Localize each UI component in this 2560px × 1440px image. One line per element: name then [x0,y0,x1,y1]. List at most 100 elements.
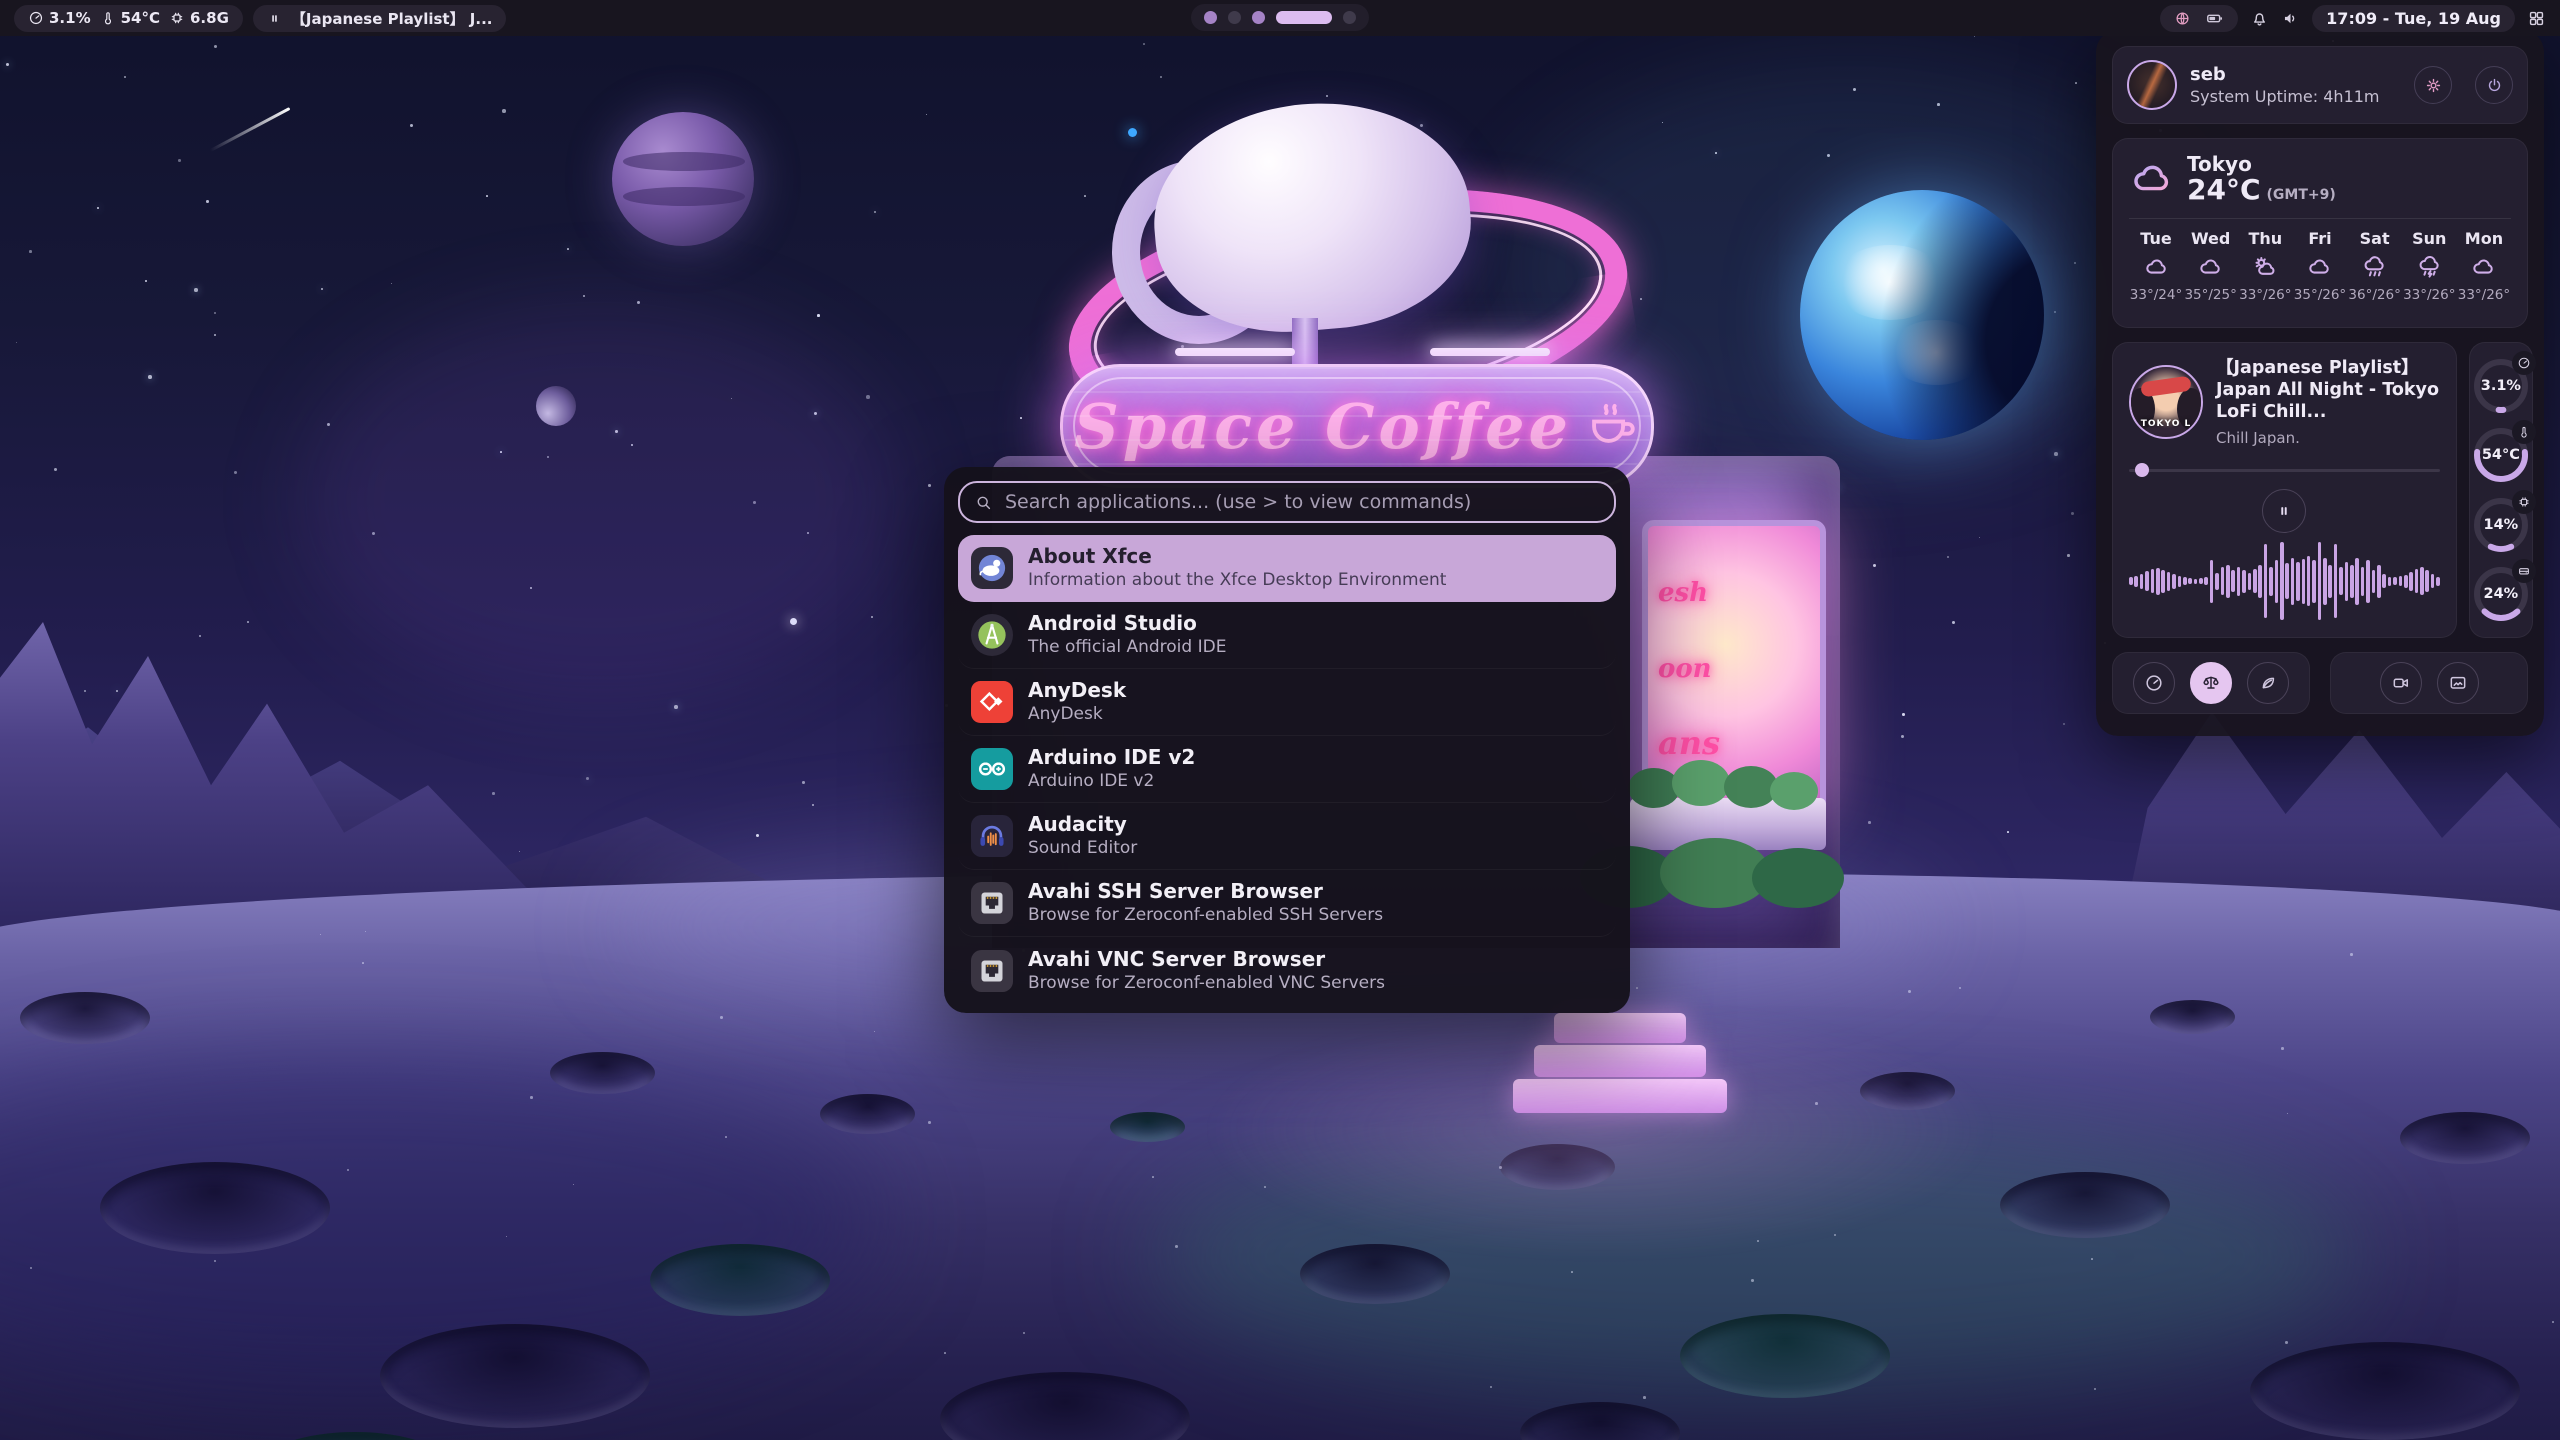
thermometer-icon [100,10,116,26]
saturn-ring-front [1052,153,1645,467]
leaf-icon [2258,673,2278,693]
track-title: 【Japanese Playlist】 Japan All Night - To… [2216,358,2440,424]
window-neon-script: ans [1658,724,1720,762]
speedometer-icon [28,10,44,26]
purple-planet [612,112,754,246]
workspace-dot-4-active[interactable] [1276,11,1332,24]
workspace-dot-1[interactable] [1204,11,1217,24]
saturn-ring-back [1052,153,1645,467]
top-panel: 3.1% 54°C 6.8G 【Japanese Playlist】 J... … [0,0,2560,36]
forecast-day: Mon [2465,229,2503,248]
workspace-dot-5[interactable] [1343,11,1356,24]
forecast-temps: 33°/26° [2403,287,2455,303]
pause-icon [2275,502,2293,520]
now-playing-text: 【Japanese Playlist】 J... [291,8,493,29]
now-playing-pill[interactable]: 【Japanese Playlist】 J... [253,5,507,32]
workspace-dot-3[interactable] [1252,11,1265,24]
progress-knob[interactable] [2135,463,2149,477]
window-neon-script: esh [1658,578,1708,608]
cloud-icon [2470,254,2497,281]
app-title: Avahi VNC Server Browser [1028,948,1385,971]
power-icon [2485,76,2504,95]
app-title: About Xfce [1028,545,1446,568]
gauge-chip: 14% [2470,494,2532,556]
clock[interactable]: 17:09 - Tue, 19 Aug [2312,5,2515,32]
power-profile-group [2112,652,2310,714]
divider [2129,218,2511,219]
mountains-left [0,588,680,928]
apps-grid-icon[interactable] [2527,9,2546,28]
volume-icon[interactable] [2281,9,2300,28]
settings-button[interactable] [2414,66,2452,104]
system-stats-pill[interactable]: 3.1% 54°C 6.8G [14,5,243,32]
capture-group [2330,652,2528,714]
app-title: Avahi SSH Server Browser [1028,880,1383,903]
small-moon [536,386,576,426]
weather-card: Tokyo 24°C (GMT+9) Tue33°/24°Wed35°/25°T… [2112,138,2528,328]
album-art: TOKYO L [2129,365,2203,439]
app-title: AnyDesk [1028,679,1126,702]
speedometer-icon [2144,673,2164,693]
app-row-avahi-ssh-server-browser[interactable]: Avahi SSH Server BrowserBrowse for Zeroc… [958,870,1616,937]
cpu-usage: 3.1% [49,9,91,27]
cloud-icon [2197,254,2224,281]
user-name: seb [2190,64,2401,85]
forecast-temps: 33°/26° [2458,287,2510,303]
workspace-dot-2[interactable] [1228,11,1241,24]
memory-usage: 6.8G [190,9,229,27]
weather-temp: 24°C [2187,175,2261,206]
app-row-audacity[interactable]: AudacitySound Editor [958,803,1616,870]
power-button[interactable] [2475,66,2513,104]
chip-icon [2512,490,2536,514]
power-profile-scales-button[interactable] [2190,662,2232,704]
forecast-day: Fri [2308,229,2331,248]
marquee-light [1175,348,1295,356]
screen-button[interactable] [2437,662,2479,704]
search-input[interactable] [1003,490,1600,514]
camera-button[interactable] [2380,662,2422,704]
window-planter [1630,798,1826,850]
arduino-app-icon [971,748,1013,790]
shrub [1672,760,1730,806]
track-progress-slider[interactable] [2129,463,2440,477]
avahi-app-icon [971,882,1013,924]
power-profile-leaf-button[interactable] [2247,662,2289,704]
power-profile-speedometer-button[interactable] [2133,662,2175,704]
forecast-fri: Fri35°/26° [2293,229,2347,303]
app-row-android-studio[interactable]: Android StudioThe official Android IDE [958,602,1616,669]
workspace-indicator [1191,4,1369,31]
neon-sign-text: Space Coffee [1074,390,1572,463]
weather-city: Tokyo [2187,153,2336,175]
forecast-temps: 33°/24° [2130,287,2182,303]
camera-icon [2391,673,2411,693]
memory-chip-icon [169,10,185,26]
forecast-row: Tue33°/24°Wed35°/25°Thu33°/26°Fri35°/26°… [2129,229,2511,303]
neon-cup-icon [1582,395,1640,457]
forecast-wed: Wed35°/25° [2184,229,2238,303]
media-player-card: TOKYO L 【Japanese Playlist】 Japan All Ni… [2112,342,2457,638]
forecast-day: Thu [2248,229,2282,248]
cup-handle [1112,160,1286,344]
network-icon[interactable] [2174,10,2191,27]
systray-pill[interactable] [2160,5,2238,32]
notifications-bell-icon[interactable] [2250,9,2269,28]
app-row-arduino-ide-v2[interactable]: Arduino IDE v2Arduino IDE v2 [958,736,1616,803]
weather-cloud-icon [2129,156,2175,202]
cloud-icon [2143,254,2170,281]
app-row-about-xfce[interactable]: About XfceInformation about the Xfce Des… [958,535,1616,602]
sign-pole [1292,318,1318,418]
forecast-day: Sat [2360,229,2390,248]
audio-waveform [2129,541,2440,622]
battery-icon[interactable] [2205,9,2224,28]
app-row-anydesk[interactable]: AnyDeskAnyDesk [958,669,1616,736]
forecast-thu: Thu33°/26° [2238,229,2292,303]
app-row-avahi-vnc-server-browser[interactable]: Avahi VNC Server BrowserBrowse for Zeroc… [958,937,1616,1004]
shrub [1628,768,1680,808]
marquee-light [1430,348,1550,356]
play-pause-button[interactable] [2262,489,2306,533]
cpu-temp: 54°C [121,9,160,27]
search-bar[interactable] [958,481,1616,523]
app-description: Browse for Zeroconf-enabled VNC Servers [1028,973,1385,993]
app-title: Arduino IDE v2 [1028,746,1195,769]
forecast-tue: Tue33°/24° [2129,229,2183,303]
